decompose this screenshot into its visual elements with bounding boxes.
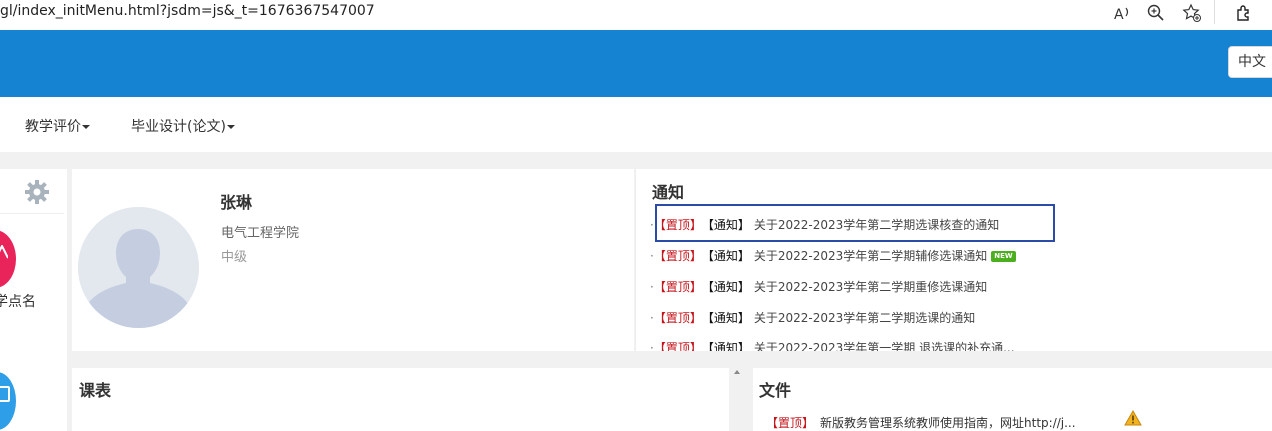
file-text: 新版教务管理系统教师使用指南，网址http://j... [820,416,1076,430]
notice-pin-label: 【置顶】 [659,249,702,263]
profile-college: 电气工程学院 [221,226,300,241]
extensions-icon[interactable] [1233,3,1255,25]
notice-item[interactable]: · 【置顶】 【通知】 关于2022-2023学年第一学期 退选课的补充通... [650,339,1015,351]
notice-text: 关于2022-2023学年第二学期辅修选课通知 [753,249,988,263]
notice-pin-label: 【置顶】 [659,341,702,351]
zoom-icon[interactable] [1145,3,1167,25]
highlight-box [655,204,1055,242]
notice-pin-label: 【置顶】 [659,311,702,325]
file-pin-label: 【置顶】 [766,416,815,430]
toolbar-divider [1214,0,1215,24]
schedule-card [72,368,729,431]
read-aloud-icon[interactable]: A [1111,3,1133,25]
address-url[interactable]: gl/index_initMenu.html?jsdm=js&_t=167636… [0,3,375,19]
notice-tag: 【通知】 [707,341,750,351]
notice-text: 关于2022-2023学年第二学期选课的通知 [753,311,976,325]
svg-text:A: A [1114,7,1124,23]
profile-name: 张琳 [220,193,253,212]
notice-text: 关于2022-2023学年第一学期 退选课的补充通... [753,341,1015,351]
notice-tag: 【通知】 [707,280,750,294]
notice-text: 关于2022-2023学年第二学期重修选课通知 [753,280,988,294]
alert-glyph-icon [0,243,9,263]
document-glyph-icon [0,386,10,402]
warning-icon [1124,409,1142,426]
profile-rank: 中级 [221,250,248,265]
gear-icon[interactable] [24,179,50,205]
nav-item-label: 毕业设计(论文) [131,119,226,135]
avatar[interactable] [78,207,199,328]
nav-item-teaching-evaluation[interactable]: 教学评价 [25,116,90,136]
favorite-add-icon[interactable] [1181,3,1203,25]
scroll-up-arrow-icon[interactable] [734,370,740,374]
notice-item[interactable]: · 【置顶】 【通知】 关于2022-2023学年第二学期辅修选课通知 NEW [650,247,1016,264]
new-badge: NEW [991,251,1016,262]
files-card-title: 文件 [759,381,792,400]
nav-item-label: 教学评价 [25,119,81,135]
notice-item[interactable]: · 【置顶】 【通知】 关于2022-2023学年第二学期选课的通知 [650,309,975,326]
nav-item-graduation-design[interactable]: 毕业设计(论文) [131,116,235,136]
sidebar-divider [0,213,64,214]
header-banner [0,30,1272,97]
notice-tag: 【通知】 [707,311,750,325]
schedule-card-title: 课表 [79,381,112,400]
notice-card-title: 通知 [652,183,685,202]
notice-tag: 【通知】 [707,249,750,263]
notice-item[interactable]: · 【置顶】 【通知】 关于2022-2023学年第二学期重修选课通知 [650,278,987,295]
file-item[interactable]: 【置顶】 新版教务管理系统教师使用指南，网址http://j... [766,414,1076,431]
caret-down-icon [82,125,90,129]
caret-down-icon [226,125,235,129]
notice-pin-label: 【置顶】 [659,280,702,294]
language-switch-button[interactable]: 中文 [1228,46,1272,78]
sidebar-item-label[interactable]: 学点名 [0,291,36,311]
